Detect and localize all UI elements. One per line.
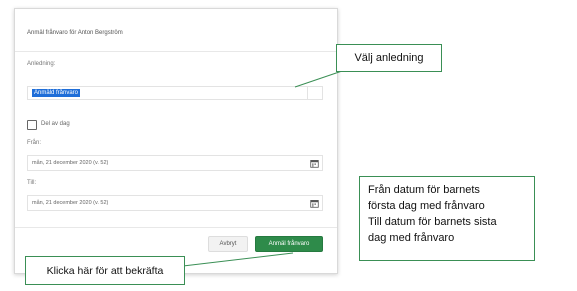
callout-click-confirm: Klicka här för att bekräfta	[25, 256, 185, 285]
part-of-day-label: Del av dag	[41, 121, 70, 127]
from-date-field[interactable]: mån, 21 december 2020 (v. 52)	[27, 155, 323, 171]
reason-label: Anledning:	[27, 61, 56, 67]
submit-absence-button[interactable]: Anmäl frånvaro	[255, 236, 323, 252]
reason-dropdown-toggle[interactable]	[307, 87, 322, 99]
dates-note-line: första dag med frånvaro	[368, 200, 485, 212]
dialog-title: Anmäl frånvaro för Anton Bergström	[27, 30, 123, 36]
calendar-icon	[309, 199, 319, 208]
to-calendar-button[interactable]	[306, 196, 322, 210]
title-divider	[15, 51, 337, 52]
dates-note-line: Från datum för barnets	[368, 184, 480, 196]
from-label: Från:	[27, 140, 42, 146]
reason-selected-value: Anmäld frånvaro	[32, 89, 81, 97]
callout-choose-reason: Välj anledning	[336, 44, 442, 72]
reason-select[interactable]: Anmäld frånvaro	[27, 86, 323, 100]
from-date-value: mån, 21 december 2020 (v. 52)	[32, 160, 109, 166]
dates-note-line: Till datum för barnets sista	[368, 216, 497, 228]
part-of-day-checkbox[interactable]	[27, 120, 37, 130]
cancel-button[interactable]: Avbryt	[208, 236, 248, 252]
to-date-field[interactable]: mån, 21 december 2020 (v. 52)	[27, 195, 323, 211]
callout-date-explanation: Från datum för barnets första dag med fr…	[359, 176, 535, 261]
dates-note-line: dag med frånvaro	[368, 232, 455, 244]
to-date-value: mån, 21 december 2020 (v. 52)	[32, 200, 109, 206]
calendar-icon	[309, 159, 319, 168]
absence-dialog: Anmäl frånvaro för Anton Bergström Anled…	[14, 8, 338, 274]
from-calendar-button[interactable]	[306, 156, 322, 170]
to-label: Till:	[27, 180, 37, 186]
footer-divider	[15, 227, 337, 228]
